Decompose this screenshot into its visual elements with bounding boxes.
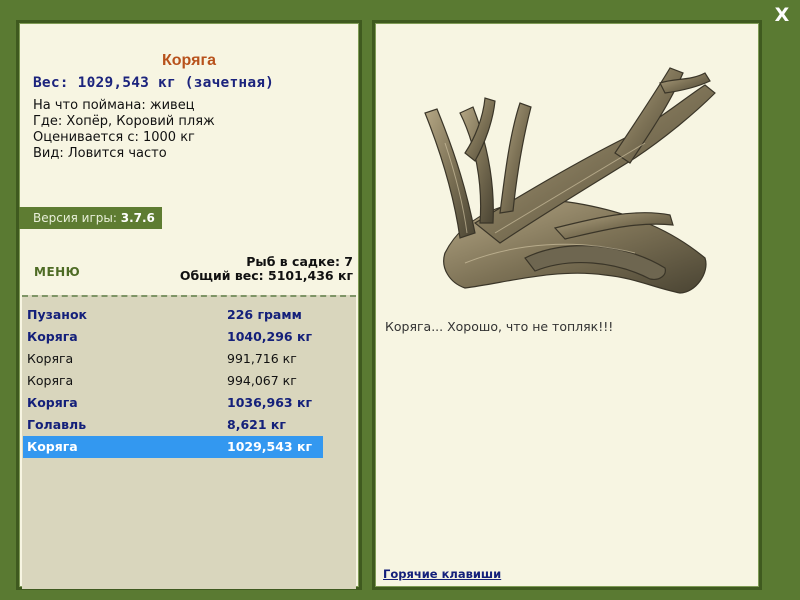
- menu-button[interactable]: МЕНЮ: [34, 265, 80, 279]
- fish-name-title: Коряга: [162, 52, 216, 69]
- catch-row[interactable]: Голавль 8,621 кг: [23, 414, 323, 436]
- fish-weight-line: Вес: 1029,543 кг (зачетная): [33, 75, 275, 91]
- rated-line: Оценивается с: 1000 кг: [33, 130, 195, 145]
- fish-comment: Коряга... Хорошо, что не топляк!!!: [385, 319, 614, 334]
- close-button[interactable]: X: [770, 4, 794, 26]
- fishing-game-window: X Коряга Вес: 1029,543 кг (зачетная) На …: [0, 0, 800, 600]
- catch-weight: 994,067 кг: [227, 373, 297, 388]
- catch-list: Пузанок 226 грамм Коряга 1040,296 кг Коряга 9…: [23, 304, 323, 458]
- catch-weight: 1036,963 кг: [227, 395, 312, 410]
- driftwood-image: [424, 67, 716, 294]
- fish-picture-panel: Коряга... Хорошо, что не топляк!!! Горяч…: [372, 20, 762, 590]
- hotkeys-link[interactable]: Горячие клавиши: [383, 567, 501, 581]
- fish-info-panel: Коряга Вес: 1029,543 кг (зачетная) На чт…: [16, 20, 362, 590]
- catch-row[interactable]: Коряга 1036,963 кг: [23, 392, 323, 414]
- catch-row[interactable]: Коряга 994,067 кг: [23, 370, 323, 392]
- catch-name: Коряга: [27, 439, 78, 454]
- catch-row[interactable]: Пузанок 226 грамм: [23, 304, 323, 326]
- catch-weight: 226 грамм: [227, 307, 302, 322]
- catch-name: Пузанок: [27, 307, 88, 322]
- catch-row[interactable]: Коряга 1040,296 кг: [23, 326, 323, 348]
- fish-count: Рыб в садке: 7: [246, 254, 353, 269]
- version-label: Версия игры:: [33, 211, 121, 225]
- catch-weight: 991,716 кг: [227, 351, 297, 366]
- catch-weight: 1040,296 кг: [227, 329, 312, 344]
- catch-row[interactable]: Коряга 991,716 кг: [23, 348, 323, 370]
- bait-line: На что поймана: живец: [33, 98, 195, 113]
- version-value: 3.7.6: [120, 211, 155, 225]
- catch-name: Коряга: [27, 395, 78, 410]
- place-line: Где: Хопёр, Коровий пляж: [33, 114, 215, 129]
- view-line: Вид: Ловится часто: [33, 146, 167, 161]
- total-weight: Общий вес: 5101,436 кг: [179, 268, 353, 283]
- catch-name: Коряга: [27, 351, 74, 366]
- catch-weight: 8,621 кг: [227, 417, 286, 432]
- catch-name: Голавль: [27, 417, 87, 432]
- catch-name: Коряга: [27, 373, 74, 388]
- catch-row[interactable]: Коряга 1029,543 кг: [23, 436, 323, 458]
- game-version-badge: Версия игры: 3.7.6: [19, 207, 162, 229]
- catch-weight: 1029,543 кг: [227, 439, 312, 454]
- catch-name: Коряга: [27, 329, 78, 344]
